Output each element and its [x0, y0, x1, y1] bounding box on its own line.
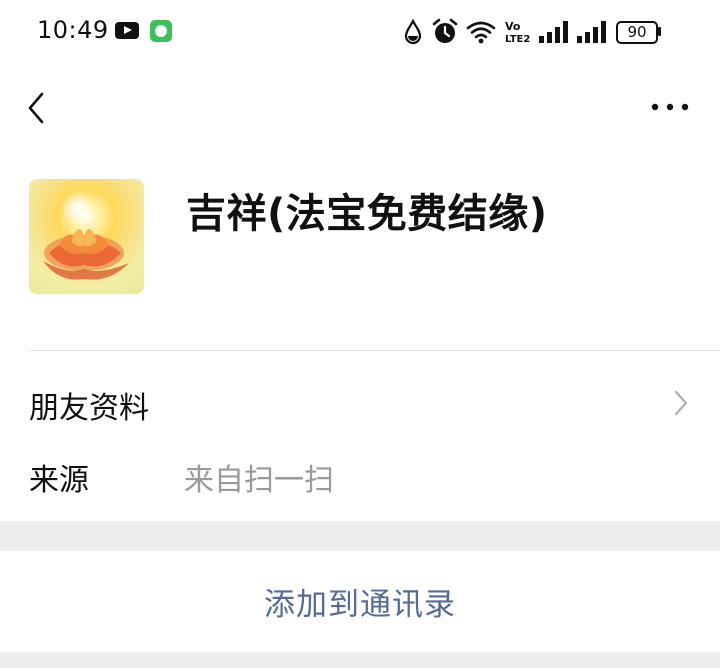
vpn-icon [150, 20, 172, 42]
alarm-icon [432, 18, 458, 43]
divider [29, 350, 720, 351]
svg-text:Vo: Vo [505, 20, 521, 33]
source-label: 来源 [29, 463, 89, 498]
wifi-icon [466, 21, 496, 44]
volte-icon: Vo LTE2 [505, 20, 530, 45]
lotus-avatar [43, 189, 129, 280]
status-time: 10:49 [37, 16, 109, 44]
source-value: 来自扫一扫 [184, 463, 334, 498]
add-to-contacts-button[interactable]: 添加到通讯录 [0, 551, 720, 652]
battery-level: 90 [627, 23, 647, 41]
friend-info-label: 朋友资料 [29, 391, 149, 426]
signal-icon [539, 21, 568, 43]
more-icon[interactable] [648, 96, 692, 118]
profile-name: 吉祥(法宝免费结缘) [186, 191, 548, 237]
water-drop-icon [404, 19, 422, 45]
signal-icon [577, 21, 606, 43]
battery-icon: 90 [616, 21, 661, 44]
svg-text:LTE2: LTE2 [505, 34, 530, 45]
chevron-right-icon [674, 390, 688, 416]
back-arrow-icon[interactable] [22, 88, 56, 128]
youtube-icon [115, 22, 139, 39]
avatar[interactable] [29, 179, 144, 294]
